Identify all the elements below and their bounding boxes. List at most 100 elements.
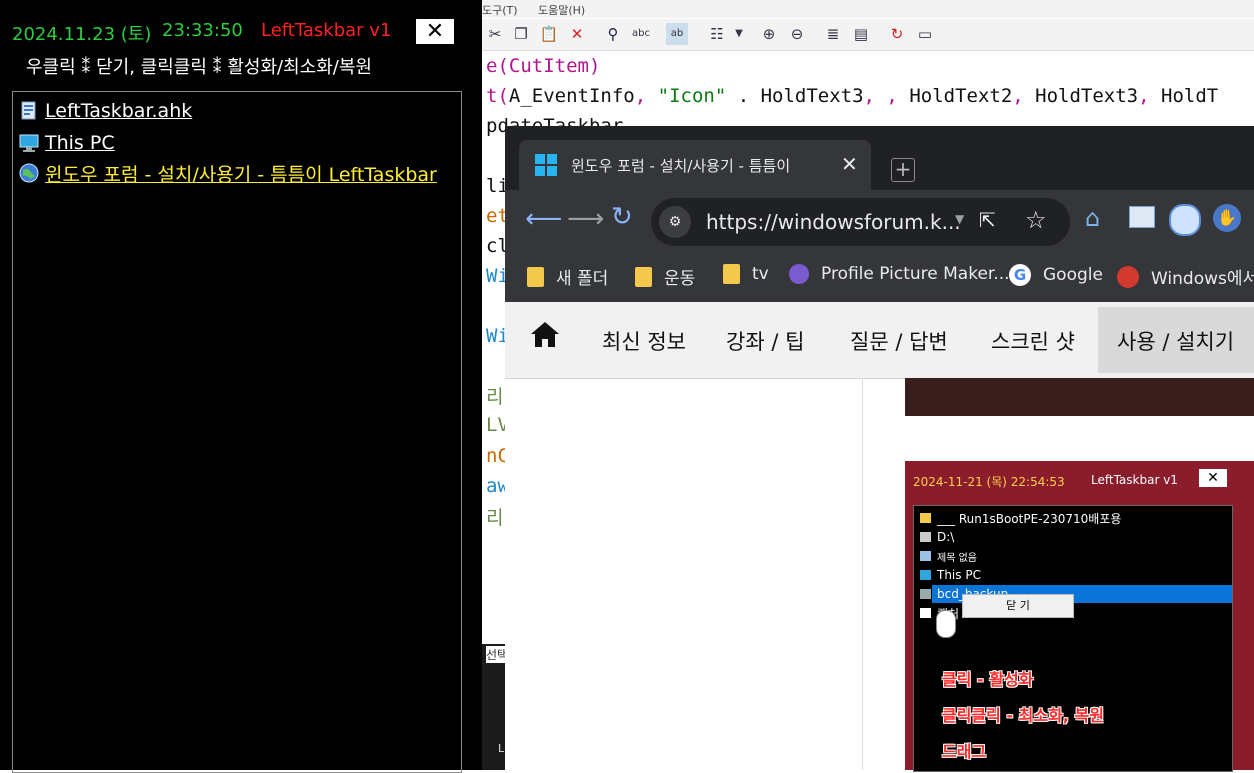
- list-view-icon[interactable]: ≣: [822, 23, 844, 45]
- nav-item-qna[interactable]: 질문 / 답변: [850, 326, 948, 356]
- replace-icon[interactable]: ab: [666, 23, 688, 45]
- close-icon: ✕: [1199, 469, 1227, 487]
- post-screenshot-image: 2024-11-21 (목) 22:54:53 LeftTaskbar v1 ✕…: [905, 461, 1254, 772]
- taskbar-date: 2024.11.23 (토): [12, 24, 152, 45]
- stop-hand-extension-icon[interactable]: ✋: [1213, 204, 1241, 232]
- computer-icon: [19, 133, 39, 153]
- bookmark-item[interactable]: Windows에서: [1117, 264, 1254, 289]
- list-item-label: This PC: [45, 132, 115, 154]
- bookmark-label: 새 폴더: [556, 269, 609, 289]
- bookmarks-bar: 새 폴더 운동 tv Profile Picture Maker... G Goo…: [505, 252, 1254, 302]
- content-divider: [862, 378, 863, 770]
- notepad-icon: [920, 551, 931, 561]
- left-taskbar-window: 2024.11.23 (토) 23:33:50 LeftTaskbar v1 ✕…: [0, 0, 482, 773]
- bookmark-label: Google: [1043, 265, 1103, 285]
- home-extension-icon[interactable]: ⌂: [1085, 204, 1100, 232]
- list-item: This PC: [920, 567, 981, 583]
- zoom-out-icon[interactable]: ⊖: [786, 23, 808, 45]
- clock-extension-icon[interactable]: [1169, 204, 1201, 236]
- home-icon[interactable]: [529, 320, 561, 352]
- console-icon[interactable]: ▭: [914, 23, 936, 45]
- dropdown-arrow-icon[interactable]: ▼: [728, 23, 750, 45]
- find-icon[interactable]: ⚲: [602, 23, 624, 45]
- screenshot-title: LeftTaskbar v1: [1091, 473, 1178, 487]
- tab-title: 윈도우 포럼 - 설치/사용기 - 틈틈이: [571, 157, 791, 175]
- caption: 드래그: [942, 742, 987, 761]
- gallery-extension-icon[interactable]: [1129, 206, 1155, 228]
- profile-maker-icon: [789, 264, 809, 284]
- list-item-label: LeftTaskbar.ahk: [45, 100, 193, 122]
- site-settings-icon[interactable]: ⚙: [659, 206, 691, 238]
- script-file-icon: [19, 101, 39, 121]
- list-item-label: D:\: [937, 530, 955, 544]
- google-icon: G: [1009, 264, 1031, 286]
- list-item-label: This PC: [937, 568, 981, 582]
- delete-icon[interactable]: ✕: [566, 23, 588, 45]
- new-tab-button[interactable]: +: [891, 158, 915, 182]
- tab-strip: 윈도우 포럼 - 설치/사용기 - 틈틈이 ✕ +: [505, 126, 1254, 190]
- copy-icon[interactable]: ❐: [510, 23, 532, 45]
- bookmark-item[interactable]: tv: [723, 264, 769, 284]
- list-item: 제목 없음: [920, 548, 977, 564]
- folder-icon: [527, 266, 544, 287]
- list-item-label: 제목 없음: [937, 552, 977, 564]
- address-bar[interactable]: ⚙ https://windowsforum.k... ▼ ⇱ ☆: [651, 198, 1070, 246]
- bookmark-item[interactable]: 운동: [635, 264, 695, 289]
- reload-icon[interactable]: ↻: [611, 202, 633, 232]
- cut-icon[interactable]: ✂: [484, 23, 506, 45]
- close-icon: ✕: [425, 19, 445, 44]
- paste-icon[interactable]: 📋: [538, 23, 560, 45]
- caption: 클릭클릭 - 최소화, 복원: [942, 706, 1104, 725]
- drive-icon: [920, 532, 931, 542]
- menu-bar: 도구(T) 도움말(H): [482, 0, 1254, 18]
- code-line: e(CutItem): [486, 55, 601, 77]
- spellcheck-icon[interactable]: abc: [630, 23, 652, 45]
- list-item: ___ Run1sBootPE-230710배포용: [920, 510, 1121, 526]
- zoom-in-icon[interactable]: ⊕: [758, 23, 780, 45]
- outline-icon[interactable]: ☷: [706, 23, 728, 45]
- back-icon[interactable]: ⟵: [525, 204, 562, 234]
- file-icon: [920, 608, 931, 618]
- nav-item-tips[interactable]: 강좌 / 팁: [726, 326, 804, 356]
- taskbar-title: LeftTaskbar v1: [261, 20, 392, 41]
- bookmark-item[interactable]: 새 폴더: [527, 264, 608, 289]
- bookmark-item[interactable]: Profile Picture Maker...: [789, 264, 1010, 284]
- bookmark-label: Profile Picture Maker...: [821, 264, 1010, 284]
- taskbar-time: 23:33:50: [162, 20, 243, 41]
- menu-help[interactable]: 도움말(H): [538, 2, 585, 18]
- computer-icon: [920, 570, 931, 580]
- folder-icon: [920, 513, 931, 523]
- nav-item-screenshots[interactable]: 스크린 샷: [991, 326, 1075, 356]
- screenshot-date: 2024-11-21 (목) 22:54:53: [913, 475, 1065, 489]
- forward-icon[interactable]: ⟶: [567, 204, 604, 234]
- folder-icon: [920, 589, 931, 599]
- list-item[interactable]: This PC: [19, 130, 115, 156]
- chevron-down-icon[interactable]: ▼: [955, 212, 964, 226]
- tab-close-icon[interactable]: ✕: [841, 152, 858, 176]
- bookmark-label: tv: [752, 264, 769, 284]
- windows-logo-icon: [535, 154, 557, 180]
- bookmark-item[interactable]: G Google: [1009, 264, 1103, 286]
- nav-item-latest[interactable]: 최신 정보: [602, 326, 686, 356]
- windows-site-icon: [1117, 265, 1139, 288]
- mouse-icon: [936, 610, 956, 638]
- code-line: t(A_EventInfo, "Icon" . HoldText3, , Hol…: [486, 85, 1219, 107]
- edit-view-icon[interactable]: ▤: [850, 23, 872, 45]
- share-icon[interactable]: ⇱: [979, 208, 996, 232]
- nav-item-usage-install[interactable]: 사용 / 설치기: [1117, 326, 1234, 356]
- list-item-label: ___ Run1sBootPE-230710배포용: [937, 511, 1122, 526]
- close-button[interactable]: ✕: [416, 19, 454, 44]
- browser-tab[interactable]: 윈도우 포럼 - 설치/사용기 - 틈틈이 ✕: [519, 140, 871, 190]
- list-item[interactable]: LeftTaskbar.ahk: [19, 98, 192, 124]
- caption: 클릭 - 활성화: [942, 670, 1034, 689]
- toolbar: ✂ ❐ 📋 ✕ ⚲ abc ab ☷ ▼ ⊕ ⊖ ≣ ▤ ↻ ▭: [482, 19, 1254, 51]
- url-text: https://windowsforum.k...: [706, 210, 961, 234]
- folder-icon: [635, 266, 652, 287]
- status-text: L: [498, 742, 505, 755]
- bookmark-label: 운동: [664, 269, 696, 289]
- list-item[interactable]: 윈도우 포럼 - 설치/사용기 - 틈틈이 LeftTaskbar: [19, 160, 437, 186]
- menu-tools[interactable]: 도구(T): [482, 2, 518, 18]
- redo-icon[interactable]: ↻: [886, 23, 908, 45]
- bookmark-star-icon[interactable]: ☆: [1025, 206, 1047, 234]
- browser-window: 윈도우 포럼 - 설치/사용기 - 틈틈이 ✕ + ⟵ ⟶ ↻ ⚙ https:…: [505, 126, 1254, 772]
